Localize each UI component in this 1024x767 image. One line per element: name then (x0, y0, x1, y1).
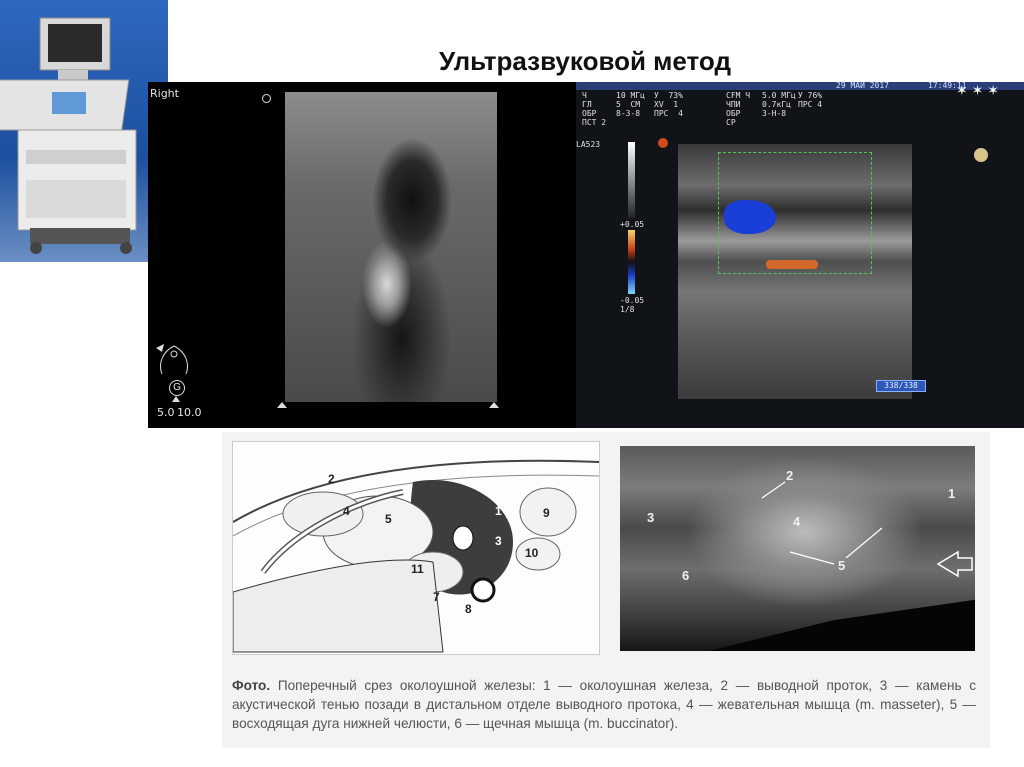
header-params-3: У 73% XV 1 ПРС 4 (654, 91, 683, 118)
grayscale-bar (628, 142, 635, 218)
drawing-label-9: 9 (543, 506, 550, 520)
header-params-6: У 76% ПРС 4 (798, 91, 823, 109)
header-params-5: 5.0 МГц 0.7кГц 3-Н-8 (762, 91, 796, 118)
drawing-label-1: 1 (495, 504, 502, 518)
probe-orientation-icon (974, 148, 988, 162)
frequency-low: 5.0 (157, 406, 175, 419)
header-params-4: CFM Ч ЧПИ ОБР СР (726, 91, 751, 127)
ultrasound-image-grayscale: Right G 5.0 10.0 (148, 82, 578, 428)
orange-flow-region (766, 260, 818, 269)
snowflake-decoration-icon: ✶ ✶ ✶ (956, 82, 999, 98)
anatomical-drawing: 2 4 5 1 9 3 6 10 11 7 8 (232, 441, 600, 655)
drawing-label-7: 7 (433, 590, 440, 604)
figure-caption: Фото. Поперечный срез околоушной железы:… (232, 676, 976, 733)
depth-marker-left-icon (277, 402, 287, 408)
ultrasound-scan-area (285, 92, 497, 402)
header-params-2: 10 МГц 5 СМ 8-3-8 (616, 91, 645, 118)
body-marker-icon (156, 344, 188, 375)
ultrasound-machine-photo (0, 0, 168, 262)
caption-lead: Фото. (232, 678, 271, 693)
probe-label: LA523 (576, 140, 601, 149)
drawing-label-3: 3 (495, 534, 502, 548)
caption-text: Поперечный срез околоушной железы: 1 — о… (232, 678, 976, 731)
depth-marker-right-icon (489, 402, 499, 408)
drawing-label-6: 6 (317, 548, 324, 562)
parotid-cross-section-illustration (233, 459, 599, 653)
drawing-label-10: 10 (525, 546, 539, 560)
focus-circle-icon (262, 94, 271, 103)
frame-counter: 338/338 (876, 380, 926, 392)
drawing-label-2: 2 (328, 472, 335, 486)
orientation-label: Right (150, 87, 179, 100)
probe-pointer-icon (172, 396, 180, 402)
ultrasound-image-doppler: 29 МАЙ 2017 17:49:11 Ч ГЛ ОБР ПСТ 2 10 М… (576, 82, 1024, 428)
scan-date: 29 МАЙ 2017 (836, 82, 889, 90)
drawing-label-4: 4 (343, 504, 350, 518)
header-params-1: Ч ГЛ ОБР ПСТ 2 (582, 91, 607, 127)
parotid-ultrasound-image: 2 1 3 4 5 6 (620, 446, 975, 651)
velocity-scale-ratio: 1/8 (620, 305, 635, 314)
record-indicator-icon (658, 138, 668, 148)
blue-flow-region (724, 200, 776, 234)
gain-marker: G (169, 380, 185, 396)
drawing-label-8: 8 (465, 602, 472, 616)
velocity-scale-top: +0.05 (620, 220, 645, 229)
ultrasound-machine-illustration (0, 17, 137, 254)
frequency-high: 10.0 (177, 406, 202, 419)
drawing-label-5: 5 (385, 512, 392, 526)
annotation-arrows (761, 481, 973, 578)
drawing-label-11: 11 (411, 562, 424, 576)
color-velocity-bar (628, 230, 635, 294)
velocity-scale-bottom: -0.05 (620, 296, 645, 305)
